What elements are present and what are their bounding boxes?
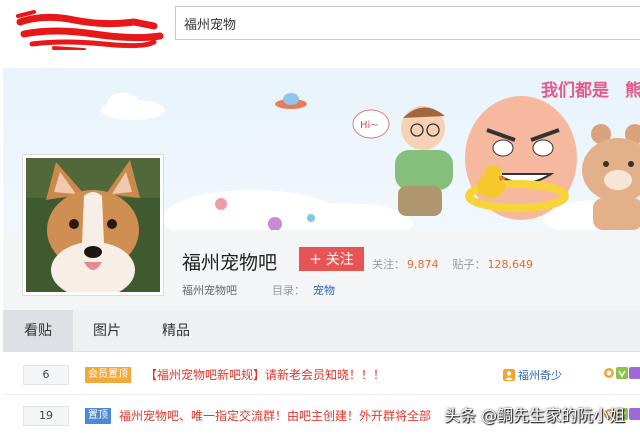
post-row[interactable]: 6 会员置顶 【福州宠物吧新吧规】请新老会员知晓！！！ 福州奇少 — [3, 355, 640, 395]
top-header — [0, 0, 640, 68]
level-icon — [629, 408, 640, 420]
follow-label: 关注 — [325, 252, 354, 268]
follow-button[interactable]: + 关注 — [299, 247, 364, 271]
author-medals — [603, 367, 640, 381]
forum-catalog: 目录： 宠物 — [272, 282, 335, 298]
speech-text: Hi~ — [360, 120, 379, 131]
member-pin-badge: 会员置顶 — [85, 367, 131, 383]
reply-count: 6 — [23, 365, 69, 385]
corgi-image — [26, 158, 160, 298]
tab-posts[interactable]: 看贴 — [3, 310, 73, 352]
redacted-logo — [16, 10, 164, 50]
tab-featured[interactable]: 精品 — [141, 310, 211, 352]
catalog-label: 目录： — [272, 284, 305, 297]
followers-label: 关注： — [372, 258, 405, 271]
banner-slogan: 我们都是 — [541, 80, 609, 101]
top-pin-badge: 置顶 — [85, 408, 111, 424]
author-name: 福州奇少 — [518, 369, 562, 382]
tab-images[interactable]: 图片 — [73, 310, 141, 352]
posts-count: 128,649 — [487, 258, 534, 271]
forum-tabs: 看贴 图片 精品 — [3, 310, 640, 352]
post-title[interactable]: 福州宠物吧、唯一指定交流群！由吧主创建！外开群将全部 — [119, 407, 459, 424]
search-input[interactable] — [176, 7, 640, 39]
post-author[interactable]: 福州奇少 — [503, 367, 562, 383]
user-icon — [503, 369, 515, 381]
level-icon — [629, 367, 640, 379]
search-box[interactable] — [175, 6, 640, 40]
plus-icon: + — [309, 250, 322, 268]
reply-count: 19 — [23, 406, 69, 426]
forum-title: 福州宠物吧 — [182, 252, 278, 274]
forum-subname: 福州宠物吧 — [182, 284, 237, 297]
medal-icon — [604, 368, 614, 378]
vip-icon — [616, 367, 628, 379]
followers-count: 9,874 — [407, 258, 439, 271]
forum-stats: 关注： 9,874 贴子： 128,649 — [372, 256, 547, 272]
forum-avatar — [22, 154, 164, 298]
post-title[interactable]: 【福州宠物吧新吧规】请新老会员知晓！！！ — [145, 366, 485, 383]
catalog-link[interactable]: 宠物 — [313, 284, 335, 297]
watermark: 头条 @鲷先生家的阮小姐 — [444, 406, 626, 425]
svg-text:熊: 熊 — [625, 80, 640, 101]
posts-label: 贴子： — [452, 258, 486, 271]
